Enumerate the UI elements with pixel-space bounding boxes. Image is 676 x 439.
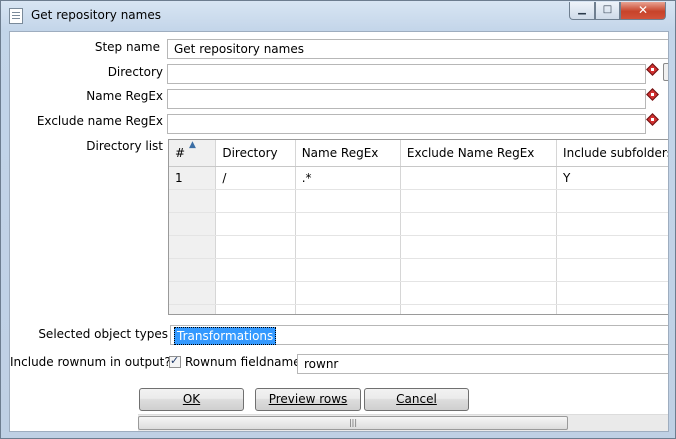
- sort-ascending-icon: ▲: [189, 140, 196, 150]
- browse-directory-button[interactable]: [663, 63, 668, 81]
- include-rownum-checkbox[interactable]: [169, 354, 181, 368]
- table-row[interactable]: [169, 212, 668, 236]
- include-subfolders-cell[interactable]: [556, 304, 668, 314]
- row-number-cell[interactable]: 1: [169, 166, 217, 190]
- exclude-regex-cell[interactable]: [400, 212, 558, 236]
- table-row[interactable]: 1 / .* Y: [169, 166, 668, 190]
- row-number-cell[interactable]: [169, 304, 217, 314]
- exclude-regex-cell[interactable]: [400, 258, 558, 282]
- name-regex-cell[interactable]: .*: [295, 166, 401, 190]
- step-name-input[interactable]: Get repository names: [167, 39, 668, 59]
- name-regex-input[interactable]: [167, 89, 646, 109]
- selected-types-label: Selected object types: [38, 327, 168, 341]
- include-subfolders-cell[interactable]: Y: [556, 166, 668, 190]
- step-name-label: Step name: [94, 40, 160, 54]
- preview-rows-button[interactable]: Preview rows: [255, 388, 361, 411]
- name-regex-cell[interactable]: [295, 281, 401, 305]
- preview-rows-label: Preview rows: [268, 392, 348, 406]
- exclude-regex-cell[interactable]: [400, 166, 558, 190]
- directory-list-table[interactable]: # ▲ Directory Name RegEx Exclude Name Reg…: [168, 139, 668, 315]
- table-row[interactable]: [169, 281, 668, 305]
- selected-types-list[interactable]: Transformations: [170, 325, 668, 345]
- minimize-button[interactable]: ▁: [569, 2, 595, 20]
- selected-type-item[interactable]: Transformations: [174, 327, 277, 345]
- column-header-number[interactable]: # ▲: [169, 140, 217, 167]
- exclude-regex-label: Exclude name RegEx: [36, 114, 163, 128]
- diamond-variable-icon[interactable]: [646, 88, 659, 101]
- table-row[interactable]: [169, 235, 668, 259]
- exclude-regex-cell[interactable]: [400, 281, 558, 305]
- directory-cell[interactable]: [215, 281, 296, 305]
- row-number-cell[interactable]: [169, 212, 217, 236]
- row-number-cell[interactable]: [169, 189, 217, 213]
- directory-input[interactable]: [167, 64, 646, 84]
- exclude-regex-input[interactable]: [167, 114, 646, 134]
- dialog-body: Step name Get repository names Directory…: [9, 31, 669, 432]
- include-rownum-label: Include rownum in output?: [10, 355, 171, 369]
- diamond-variable-icon[interactable]: [646, 113, 659, 126]
- include-subfolders-cell[interactable]: [556, 281, 668, 305]
- document-icon: [9, 8, 23, 24]
- directory-cell[interactable]: [215, 189, 296, 213]
- directory-cell[interactable]: [215, 304, 296, 314]
- rownum-fieldname-input[interactable]: rownr: [297, 354, 668, 374]
- dialog-window: Get repository names ▁ □ ✕ Step name Get…: [0, 0, 676, 439]
- directory-cell[interactable]: [215, 258, 296, 282]
- name-regex-cell[interactable]: [295, 189, 401, 213]
- directory-label: Directory: [107, 65, 163, 79]
- directory-cell[interactable]: /: [215, 166, 296, 190]
- scrollbar-thumb[interactable]: |||: [138, 416, 568, 430]
- table-row[interactable]: [169, 258, 668, 282]
- column-header-exclude-regex[interactable]: Exclude Name RegEx: [400, 140, 558, 167]
- include-subfolders-cell[interactable]: [556, 235, 668, 259]
- exclude-regex-cell[interactable]: [400, 304, 558, 314]
- name-regex-cell[interactable]: [295, 258, 401, 282]
- name-regex-cell[interactable]: [295, 304, 401, 314]
- name-regex-cell[interactable]: [295, 235, 401, 259]
- row-number-cell[interactable]: [169, 258, 217, 282]
- name-regex-cell[interactable]: [295, 212, 401, 236]
- column-header-directory[interactable]: Directory: [215, 140, 296, 167]
- cancel-button-label: Cancel: [396, 392, 437, 406]
- column-header-include-subfolders[interactable]: Include subfolders: [556, 140, 668, 167]
- table-row[interactable]: [169, 189, 668, 213]
- row-number-cell[interactable]: [169, 235, 217, 259]
- maximize-button[interactable]: □: [595, 2, 620, 20]
- diamond-variable-icon[interactable]: [646, 63, 659, 76]
- directory-list-label: Directory list: [86, 139, 163, 153]
- include-subfolders-cell[interactable]: [556, 189, 668, 213]
- close-button[interactable]: ✕: [620, 2, 666, 20]
- title-bar[interactable]: Get repository names ▁ □ ✕: [1, 1, 675, 31]
- row-number-cell[interactable]: [169, 281, 217, 305]
- column-header-name-regex[interactable]: Name RegEx: [295, 140, 401, 167]
- directory-cell[interactable]: [215, 235, 296, 259]
- directory-cell[interactable]: [215, 212, 296, 236]
- horizontal-scrollbar[interactable]: |||: [138, 414, 668, 431]
- include-subfolders-cell[interactable]: [556, 258, 668, 282]
- ok-button[interactable]: OK: [139, 388, 244, 411]
- cancel-button[interactable]: Cancel: [364, 388, 469, 411]
- exclude-regex-cell[interactable]: [400, 189, 558, 213]
- include-subfolders-cell[interactable]: [556, 212, 668, 236]
- exclude-regex-cell[interactable]: [400, 235, 558, 259]
- table-row[interactable]: [169, 304, 668, 314]
- window-title: Get repository names: [31, 8, 161, 22]
- rownum-fieldname-label: Rownum fieldname: [185, 355, 301, 369]
- name-regex-label: Name RegEx: [86, 89, 163, 103]
- ok-button-label: OK: [182, 392, 201, 406]
